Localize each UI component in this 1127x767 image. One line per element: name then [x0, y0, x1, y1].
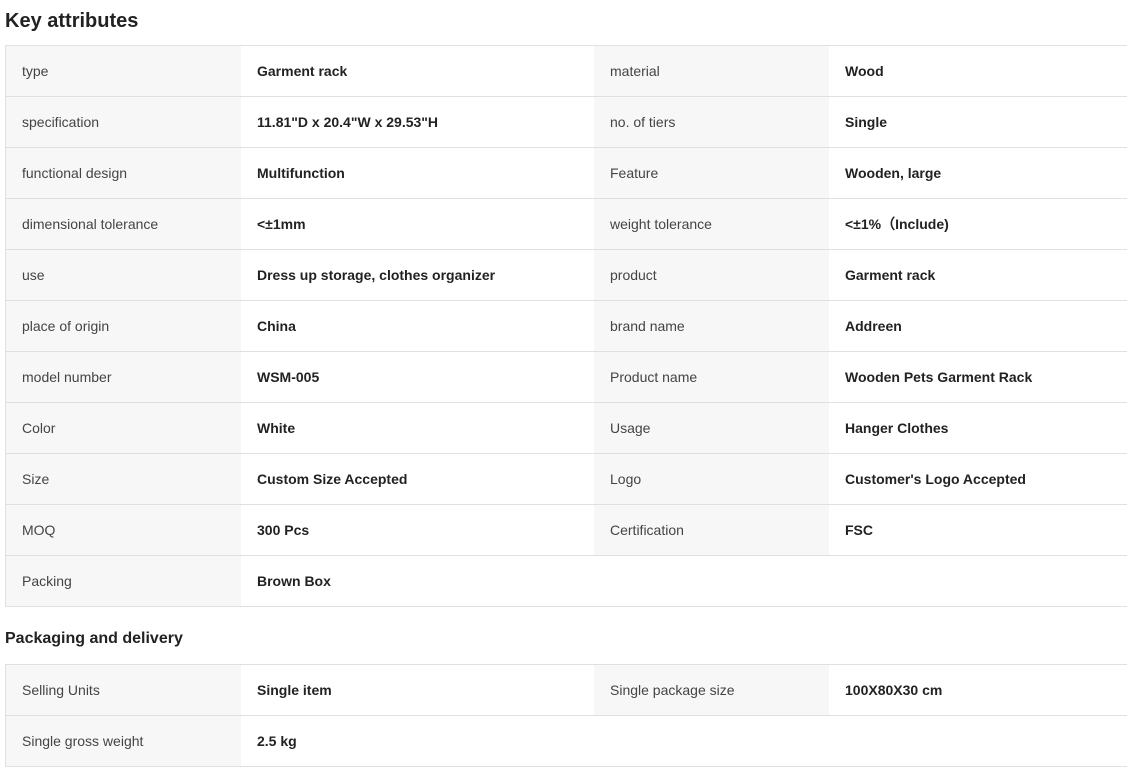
attribute-label: functional design: [6, 148, 241, 198]
attribute-value: Brown Box: [241, 556, 594, 606]
attribute-value: Single: [829, 97, 1127, 147]
table-row: model number WSM-005 Product name Wooden Pe…: [6, 352, 1127, 403]
attribute-value: Garment rack: [241, 46, 594, 96]
attribute-value: Wooden Pets Garment Rack: [829, 352, 1127, 402]
packaging-delivery-table: Selling Units Single item Single package s…: [5, 664, 1127, 767]
attribute-label: Size: [6, 454, 241, 504]
attribute-label: Feature: [594, 148, 829, 198]
attribute-value: Multifunction: [241, 148, 594, 198]
attribute-value: Wood: [829, 46, 1127, 96]
attribute-label: weight tolerance: [594, 199, 829, 249]
attribute-value: China: [241, 301, 594, 351]
table-row: specification 11.81"D x 20.4"W x 29.53"H n…: [6, 97, 1127, 148]
table-row: MOQ 300 Pcs Certification FSC: [6, 505, 1127, 556]
attribute-label: model number: [6, 352, 241, 402]
table-row: Color White Usage Hanger Clothes: [6, 403, 1127, 454]
attribute-value: Customer's Logo Accepted: [829, 454, 1127, 504]
attribute-value: 300 Pcs: [241, 505, 594, 555]
attribute-label: specification: [6, 97, 241, 147]
attribute-label: Packing: [6, 556, 241, 606]
attribute-value: <±1mm: [241, 199, 594, 249]
attribute-value: Garment rack: [829, 250, 1127, 300]
table-row: Selling Units Single item Single package s…: [6, 665, 1127, 716]
attribute-label: product: [594, 250, 829, 300]
attribute-value: Addreen: [829, 301, 1127, 351]
attribute-value: 11.81"D x 20.4"W x 29.53"H: [241, 97, 594, 147]
table-row: place of origin China brand name Addreen: [6, 301, 1127, 352]
table-row: Single gross weight 2.5 kg: [6, 716, 1127, 767]
attribute-value: Hanger Clothes: [829, 403, 1127, 453]
attribute-label: use: [6, 250, 241, 300]
attribute-value: Single item: [241, 665, 594, 715]
attribute-label: Logo: [594, 454, 829, 504]
attribute-label: MOQ: [6, 505, 241, 555]
table-row: type Garment rack material Wood: [6, 46, 1127, 97]
product-attributes-page: Key attributes type Garment rack material W…: [0, 0, 1127, 767]
attribute-label: Product name: [594, 352, 829, 402]
table-row: functional design Multifunction Feature Woo…: [6, 148, 1127, 199]
attribute-label: dimensional tolerance: [6, 199, 241, 249]
attribute-value: 100X80X30 cm: [829, 665, 1127, 715]
attribute-value: Dress up storage, clothes organizer: [241, 250, 594, 300]
attribute-label: place of origin: [6, 301, 241, 351]
table-row: Size Custom Size Accepted Logo Customer's L…: [6, 454, 1127, 505]
attribute-label: Single package size: [594, 665, 829, 715]
empty-cell: [829, 556, 1127, 606]
attribute-label: brand name: [594, 301, 829, 351]
attribute-label: Single gross weight: [6, 716, 241, 766]
attribute-value: <±1%（Include): [829, 199, 1127, 249]
table-row: use Dress up storage, clothes organizer pr…: [6, 250, 1127, 301]
attribute-label: Color: [6, 403, 241, 453]
attribute-label: Certification: [594, 505, 829, 555]
attribute-value: FSC: [829, 505, 1127, 555]
key-attributes-table: type Garment rack material Wood specificatio…: [5, 45, 1127, 607]
attribute-value: Wooden, large: [829, 148, 1127, 198]
attribute-label: Usage: [594, 403, 829, 453]
attribute-value: White: [241, 403, 594, 453]
attribute-value: 2.5 kg: [241, 716, 594, 766]
key-attributes-heading: Key attributes: [5, 10, 139, 32]
empty-cell: [829, 716, 1127, 766]
attribute-label: type: [6, 46, 241, 96]
empty-cell: [594, 716, 829, 766]
attribute-label: material: [594, 46, 829, 96]
table-row: Packing Brown Box: [6, 556, 1127, 607]
attribute-label: Selling Units: [6, 665, 241, 715]
empty-cell: [594, 556, 829, 606]
attribute-label: no. of tiers: [594, 97, 829, 147]
table-row: dimensional tolerance <±1mm weight toleran…: [6, 199, 1127, 250]
attribute-value: WSM-005: [241, 352, 594, 402]
attribute-value: Custom Size Accepted: [241, 454, 594, 504]
packaging-delivery-heading: Packaging and delivery: [5, 630, 183, 647]
